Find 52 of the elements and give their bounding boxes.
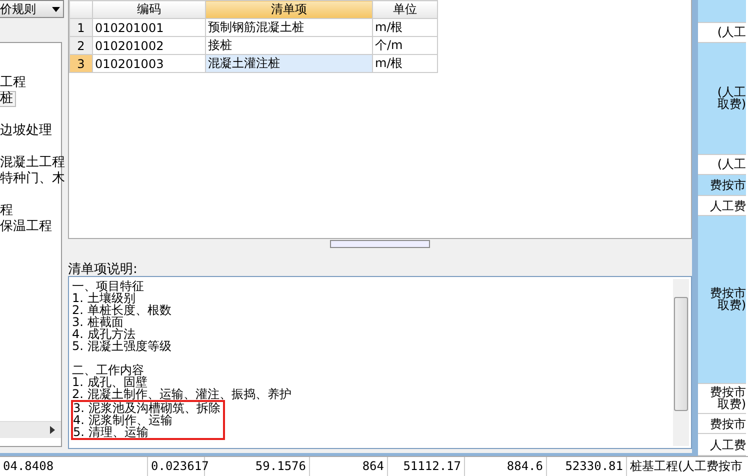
table-cell: 个/m — [372, 36, 438, 54]
column-header[interactable]: 编码 — [92, 0, 206, 18]
tree-item[interactable]: 桩 — [0, 91, 16, 107]
rule-dropdown[interactable]: 价规则 — [0, 0, 64, 18]
table-cell: m/根 — [372, 54, 438, 72]
table-cell: 费按市 取费) — [698, 384, 746, 414]
description-line: 一、项目特征 — [72, 280, 145, 292]
table-cell: 884.6 — [465, 457, 547, 476]
description-line: 4. 成孔方法 — [72, 328, 136, 340]
row-number: 2 — [70, 36, 92, 54]
splitter-handle[interactable] — [330, 240, 430, 248]
table-cell: m/根 — [372, 18, 438, 36]
tree-item[interactable]: 特种门、木 — [0, 171, 67, 187]
description-line: 二、工作内容 — [72, 364, 144, 376]
table-cell-text: 桩基工程(人工费按市 — [629, 458, 744, 475]
description-line: 5. 清理、运输 — [73, 426, 148, 438]
table-cell: 费按市 取费) — [698, 216, 746, 384]
description-line: 1. 土壤级别 — [72, 292, 136, 304]
column-header[interactable]: 单位 — [372, 0, 438, 18]
tree-item[interactable]: 程 — [0, 203, 15, 219]
right-arrow-icon[interactable] — [50, 426, 55, 434]
tree-item[interactable]: 边坡处理 — [0, 123, 54, 139]
caret-icon — [52, 6, 60, 12]
table-cell: 费按市 — [698, 414, 746, 434]
table-cell: 混凝土灌注桩 — [206, 54, 372, 72]
row-number: 3 — [70, 54, 92, 72]
description-line: 5. 混凝土强度等级 — [72, 340, 172, 352]
description-label: 清单项说明: — [68, 261, 138, 276]
table-cell: 52330.81 — [547, 457, 627, 476]
table-cell: (人工 取费) — [698, 43, 746, 155]
column-header[interactable]: 清单项 — [206, 0, 372, 18]
description-line: 3. 桩截面 — [72, 316, 124, 328]
table-cell: 864 — [310, 457, 388, 476]
table-cell: 费按市 — [698, 175, 746, 196]
table-cell: 010201001 — [92, 18, 206, 36]
table-cell: 04.8408 — [0, 457, 148, 476]
description-line: 4. 泥浆制作、运输 — [73, 414, 172, 426]
description-line: 1. 成孔、固壁 — [72, 376, 148, 388]
description-line: 2. 混凝土制作、运输、灌注、振捣、养护 — [72, 388, 292, 400]
tree-item[interactable]: 混凝土工程 — [0, 155, 67, 171]
table-cell: 010201002 — [92, 36, 206, 54]
description-line: 3. 泥浆池及沟槽砌筑、拆除 — [73, 402, 222, 414]
horizontal-scrollbar[interactable] — [0, 421, 61, 438]
description-line: 2. 单桩长度、根数 — [72, 304, 172, 316]
row-number: 1 — [70, 18, 92, 36]
table-cell: 51112.17 — [388, 457, 465, 476]
tree-item[interactable]: 工程 — [0, 75, 28, 91]
table-cell: 人工费 — [698, 434, 746, 456]
vertical-scrollbar[interactable] — [673, 279, 689, 446]
table-cell: 010201003 — [92, 54, 206, 72]
table-cell: 预制钢筋混凝土桩 — [206, 18, 372, 36]
tree-item[interactable]: 保温工程 — [0, 219, 54, 235]
